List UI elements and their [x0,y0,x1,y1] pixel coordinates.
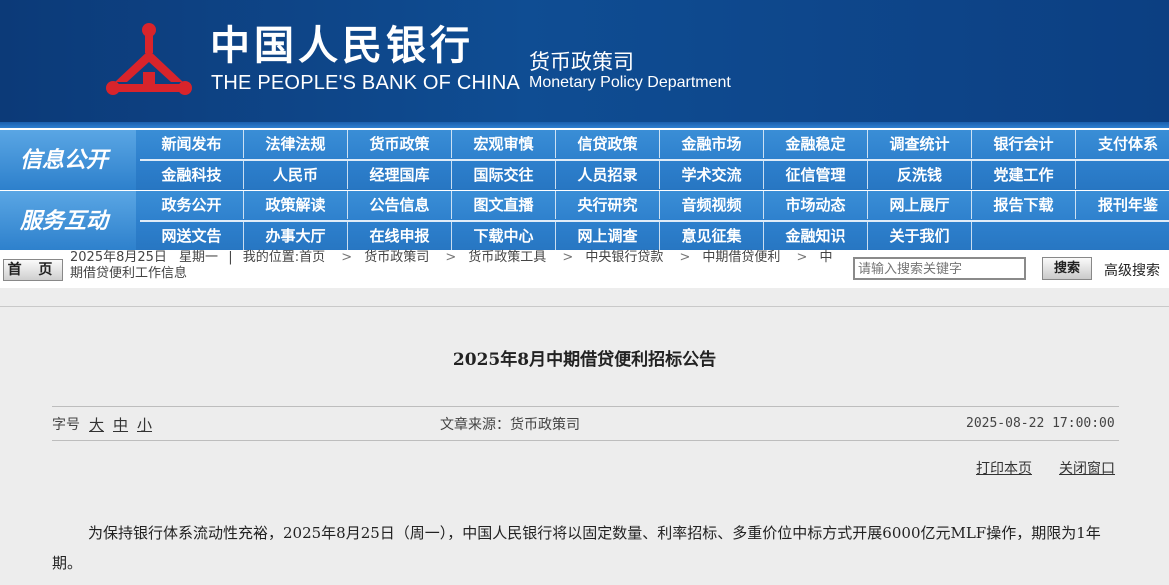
bank-name-cn: 中国人民银行 [210,22,474,69]
bank-name-en: THE PEOPLE'S BANK OF CHINA [211,72,521,94]
nav-item[interactable]: 报告下载 [972,191,1076,219]
nav-item[interactable]: 经理国库 [348,161,452,189]
breadcrumb-link[interactable]: 首页 [299,250,325,265]
current-date: 2025年8月25日 [70,250,167,265]
print-page-link[interactable]: 打印本页 [976,458,1032,478]
breadcrumb-link[interactable]: 货币政策工具 [468,250,546,265]
nav-item[interactable]: 图文直播 [452,191,556,219]
nav-item[interactable]: 关于我们 [868,222,972,250]
nav-item[interactable]: 政务公开 [140,191,244,219]
nav-item[interactable]: 下载中心 [452,222,556,250]
home-button[interactable]: 首 页 [3,259,63,281]
article-source: 文章来源：货币政策司 [440,417,580,433]
breadcrumb-link[interactable]: 货币政策司 [364,250,429,265]
nav-item[interactable]: 人员招录 [556,161,660,189]
nav-item[interactable]: 货币政策 [348,130,452,158]
close-window-link[interactable]: 关闭窗口 [1059,458,1115,478]
breadcrumb: 2025年8月25日 星期一 | 我的位置:首页 > 货币政策司 > 货币政策工具 … [70,250,833,281]
breadcrumb-bar: 首 页 2025年8月25日 星期一 | 我的位置:首页 > 货币政策司 > 货币政… [0,250,1169,288]
nav-item[interactable]: 意见征集 [660,222,764,250]
nav-item[interactable]: 金融科技 [140,161,244,189]
divider [52,440,1119,441]
search-button[interactable]: 搜索 [1042,257,1092,280]
nav-item[interactable]: 征信管理 [764,161,868,189]
nav-section-label-info[interactable]: 信息公开 [0,130,136,190]
nav-item[interactable]: 政策解读 [244,191,348,219]
nav-item[interactable]: 反洗钱 [868,161,972,189]
current-weekday: 星期一 [179,250,219,265]
nav-item[interactable]: 党建工作 [972,161,1076,189]
article-title: 2025年8月中期借贷便利招标公告 [452,350,717,370]
site-banner: 中国人民银行 THE PEOPLE'S BANK OF CHINA 货币政策司 … [0,0,1169,128]
department-name-cn: 货币政策司 [529,50,634,74]
nav-section-service: 服务互动 政务公开 政策解读 公告信息 图文直播 央行研究 音频视频 市场动态 网上展厅 报告下… [0,191,1169,251]
font-size-label: 字号 [52,417,80,433]
divider [0,306,1169,307]
nav-item[interactable]: 调查统计 [868,130,972,158]
nav-item[interactable]: 支付体系 [1076,130,1169,158]
breadcrumb-link[interactable]: 中期借贷便利 [702,250,780,265]
nav-section-info: 信息公开 新闻发布 法律法规 货币政策 宏观审慎 信贷政策 金融市场 金融稳定 调查统计 银行会… [0,130,1169,190]
nav-item[interactable]: 金融稳定 [764,130,868,158]
breadcrumb-link[interactable]: 中央银行贷款 [585,250,663,265]
main-navigation: 信息公开 新闻发布 法律法规 货币政策 宏观审慎 信贷政策 金融市场 金融稳定 调查统计 银行会… [0,128,1169,251]
nav-item[interactable]: 信贷政策 [556,130,660,158]
nav-item[interactable]: 金融市场 [660,130,764,158]
nav-item[interactable]: 音频视频 [660,191,764,219]
nav-item[interactable]: 网送文告 [140,222,244,250]
advanced-search-link[interactable]: 高级搜索 [1104,260,1160,280]
nav-item[interactable]: 办事大厅 [244,222,348,250]
font-size-small-link[interactable]: 小 [137,414,152,435]
nav-section-label-service[interactable]: 服务互动 [0,191,136,251]
nav-item[interactable]: 法律法规 [244,130,348,158]
nav-item[interactable]: 金融知识 [764,222,868,250]
nav-item[interactable]: 报刊年鉴 [1076,191,1169,219]
nav-grid-info: 新闻发布 法律法规 货币政策 宏观审慎 信贷政策 金融市场 金融稳定 调查统计 银行会计 支付体系… [140,130,1169,190]
department-name-en: Monetary Policy Department [529,74,731,91]
article-body: 为保持银行体系流动性充裕，2025年8月25日（周一），中国人民银行将以固定数量… [52,524,1101,572]
nav-item[interactable]: 新闻发布 [140,130,244,158]
article-datetime: 2025-08-22 17:00:00 [966,416,1115,431]
nav-item[interactable]: 银行会计 [972,130,1076,158]
pboc-emblem-icon [106,23,192,95]
nav-grid-service: 政务公开 政策解读 公告信息 图文直播 央行研究 音频视频 市场动态 网上展厅 报告下载 报刊年鉴… [140,191,1169,251]
font-size-large-link[interactable]: 大 [89,414,104,435]
nav-item[interactable]: 人民币 [244,161,348,189]
divider [52,406,1119,407]
nav-item[interactable]: 国际交往 [452,161,556,189]
nav-item[interactable]: 央行研究 [556,191,660,219]
nav-item[interactable]: 在线申报 [348,222,452,250]
nav-item[interactable]: 学术交流 [660,161,764,189]
search-input[interactable] [853,257,1026,280]
location-prefix: 我的位置: [242,250,300,265]
nav-item[interactable]: 宏观审慎 [452,130,556,158]
font-size-medium-link[interactable]: 中 [113,414,128,435]
nav-item[interactable]: 网上展厅 [868,191,972,219]
nav-item[interactable]: 网上调查 [556,222,660,250]
nav-item[interactable]: 市场动态 [764,191,868,219]
nav-item[interactable]: 公告信息 [348,191,452,219]
